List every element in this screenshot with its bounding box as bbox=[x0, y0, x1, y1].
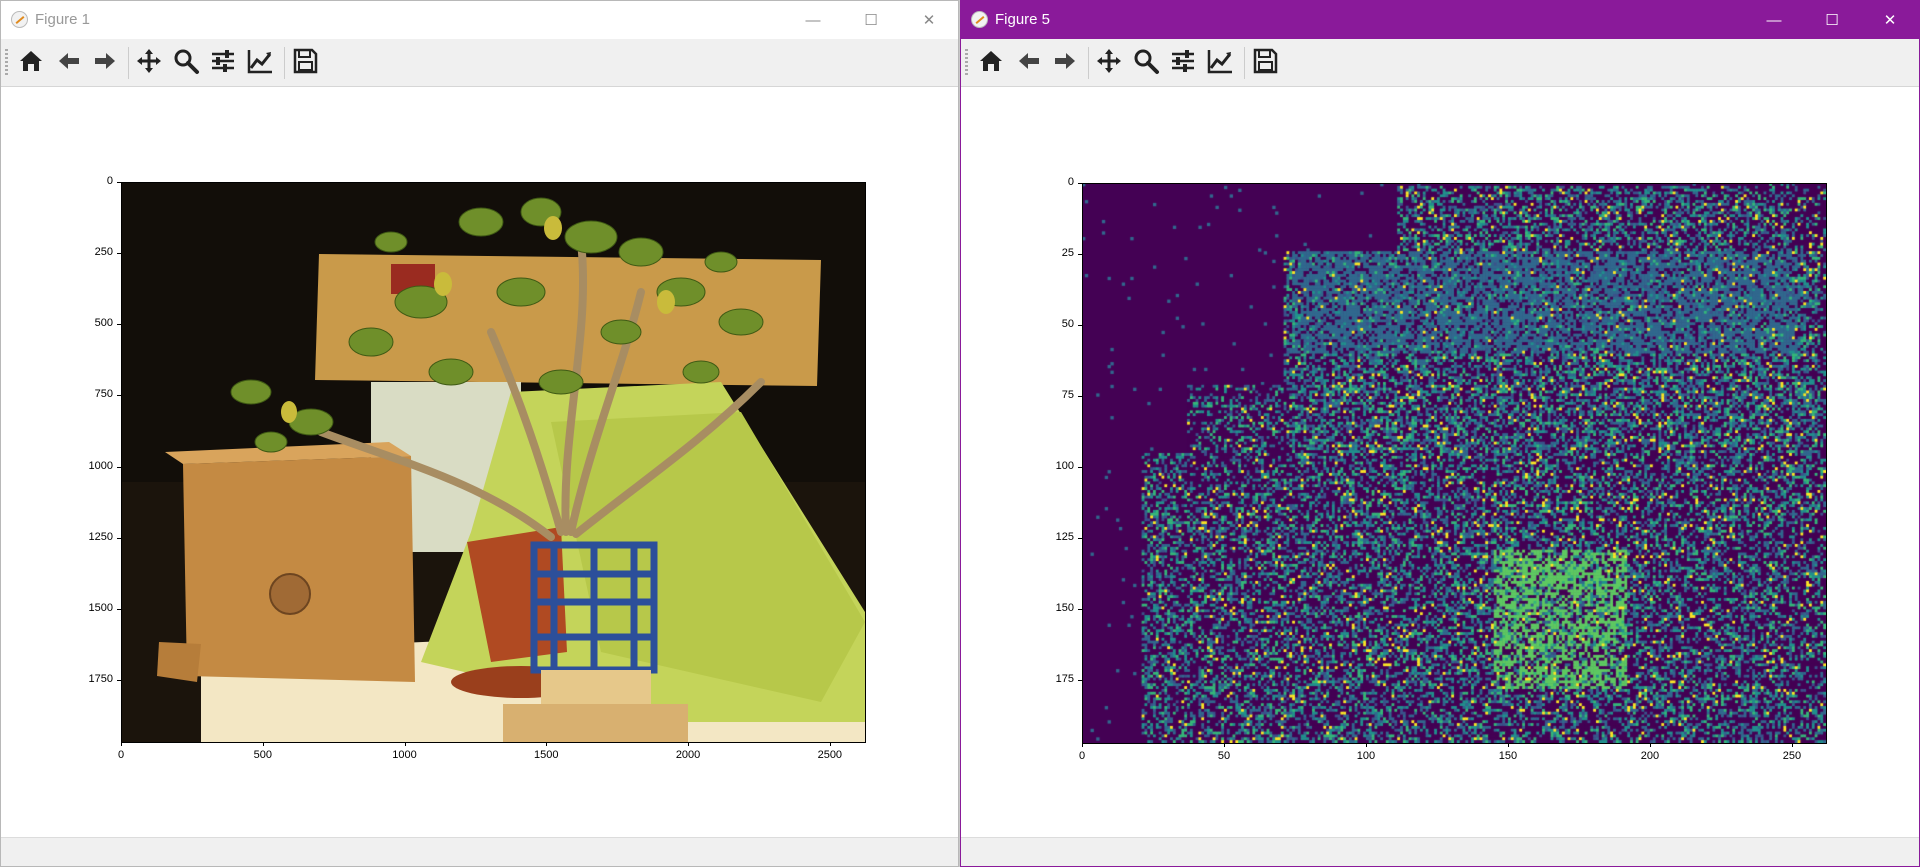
y-tick-mark bbox=[1078, 538, 1082, 540]
y-tick-label: 25 bbox=[1061, 247, 1074, 260]
y-tick-mark bbox=[117, 395, 121, 397]
x-tick-label: 100 bbox=[1356, 750, 1376, 762]
y-tick-mark bbox=[1078, 609, 1082, 611]
y-tick-label: 250 bbox=[94, 246, 113, 259]
status-bar bbox=[961, 837, 1919, 866]
y-tick-mark bbox=[117, 324, 121, 326]
x-tick-label: 1000 bbox=[392, 749, 417, 761]
figure-1-canvas[interactable]: 0 250 500 750 1000 1250 1500 1750 0 500 1000 1500 20… bbox=[1, 1, 958, 866]
figure-5-window: Figure 5 — ☐ ✕ 0 25 50 75 100 125 150 175 0 50 100… bbox=[960, 0, 1920, 867]
x-tick-mark bbox=[262, 742, 264, 746]
x-tick-mark bbox=[546, 742, 548, 746]
x-tick-mark bbox=[1791, 743, 1793, 747]
y-tick-label: 50 bbox=[1061, 318, 1074, 331]
y-tick-label: 125 bbox=[1055, 531, 1074, 544]
x-tick-mark bbox=[121, 742, 122, 746]
y-tick-label: 1500 bbox=[88, 601, 113, 614]
y-tick-label: 1000 bbox=[88, 459, 113, 472]
x-tick-mark bbox=[688, 742, 690, 746]
y-tick-mark bbox=[117, 679, 121, 681]
y-tick-label: 0 bbox=[1067, 176, 1074, 188]
x-tick-mark bbox=[1507, 743, 1509, 747]
y-tick-mark bbox=[1078, 254, 1082, 256]
x-tick-label: 50 bbox=[1217, 750, 1231, 762]
axes-frame bbox=[1082, 183, 1827, 744]
x-tick-mark bbox=[1223, 743, 1225, 747]
figure-1-window: Figure 1 — ☐ ✕ 0 250 500 750 1000 1250 1… bbox=[0, 0, 959, 867]
y-tick-mark bbox=[1078, 325, 1082, 327]
x-tick-mark bbox=[1649, 743, 1651, 747]
y-tick-mark bbox=[117, 537, 121, 539]
y-tick-mark bbox=[1078, 396, 1082, 398]
y-tick-mark bbox=[117, 466, 121, 468]
figure-5-canvas[interactable]: 0 25 50 75 100 125 150 175 0 50 100 150 200 250 bbox=[961, 1, 1919, 866]
x-tick-mark bbox=[829, 742, 831, 746]
y-tick-label: 1250 bbox=[88, 530, 113, 543]
y-tick-label: 1750 bbox=[88, 672, 113, 685]
y-tick-label: 500 bbox=[94, 317, 113, 330]
y-tick-mark bbox=[117, 182, 121, 183]
x-tick-label: 1500 bbox=[534, 749, 559, 761]
x-tick-label: 500 bbox=[253, 749, 272, 761]
y-tick-label: 150 bbox=[1055, 602, 1074, 615]
y-tick-label: 100 bbox=[1055, 460, 1074, 473]
x-tick-mark bbox=[1082, 743, 1083, 747]
status-bar bbox=[1, 837, 958, 866]
y-tick-label: 175 bbox=[1055, 673, 1074, 686]
y-tick-label: 0 bbox=[106, 175, 113, 187]
y-tick-mark bbox=[1078, 467, 1082, 469]
x-tick-label: 0 bbox=[1078, 750, 1086, 762]
y-tick-label: 750 bbox=[94, 388, 113, 401]
x-tick-label: 200 bbox=[1640, 750, 1660, 762]
x-tick-label: 0 bbox=[117, 749, 125, 761]
x-tick-mark bbox=[404, 742, 406, 746]
y-tick-mark bbox=[117, 253, 121, 255]
y-tick-mark bbox=[1078, 183, 1082, 184]
y-tick-mark bbox=[117, 608, 121, 610]
x-tick-label: 250 bbox=[1782, 750, 1802, 762]
y-tick-label: 75 bbox=[1061, 389, 1074, 402]
y-tick-mark bbox=[1078, 680, 1082, 682]
x-tick-label: 2000 bbox=[675, 749, 701, 761]
x-tick-mark bbox=[1365, 743, 1367, 747]
x-tick-label: 150 bbox=[1498, 750, 1518, 762]
axes-frame bbox=[121, 182, 866, 743]
x-tick-label: 2500 bbox=[817, 749, 843, 761]
